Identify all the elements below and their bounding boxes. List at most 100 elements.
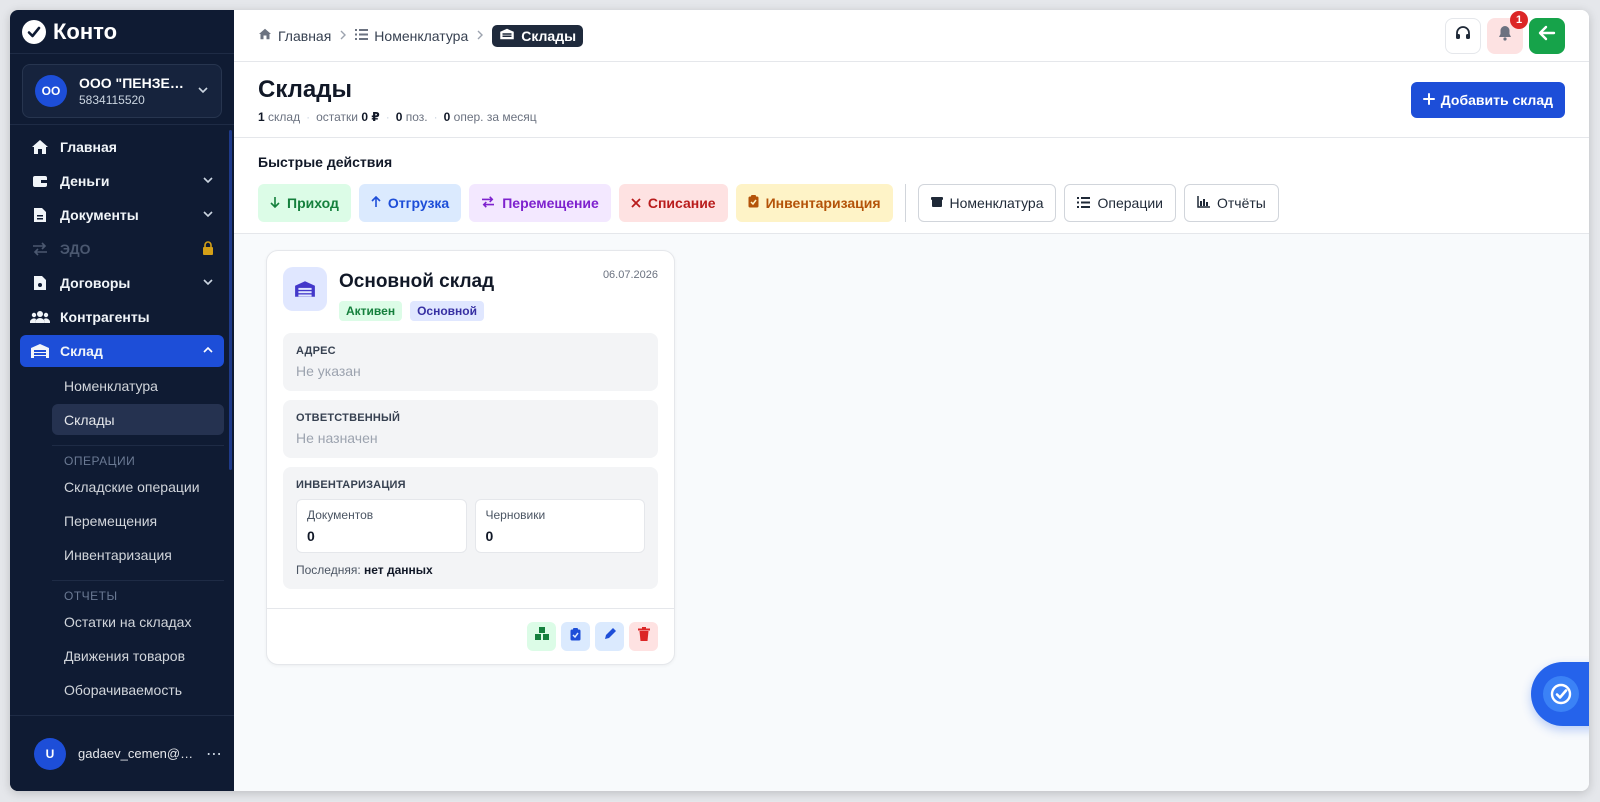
arrow-left-icon [1538,25,1556,46]
writeoff-button[interactable]: Списание [618,184,728,222]
sidebar-scrollbar[interactable] [229,130,232,470]
org-inn: 5834115520 [79,93,145,107]
support-button[interactable] [1445,17,1481,54]
chevron-right-icon [476,29,484,43]
pencil-icon [603,627,617,646]
address-field: АДРЕС Не указан [283,333,658,391]
exchange-icon [30,242,50,256]
breadcrumb-current: Склады [492,24,584,47]
warehouse-card-actions [267,608,674,664]
list-icon [1077,195,1091,211]
nav-item-contracts[interactable]: Договоры [20,267,224,299]
org-avatar: ОО [35,75,67,107]
list-icon [355,28,369,43]
bell-icon [1498,25,1512,46]
status-badge: Активен [339,301,403,321]
logo-check-icon [22,19,46,44]
sidebar-item-warehouses[interactable]: Склады [52,404,224,435]
main-badge: Основной [410,301,484,321]
chevron-down-icon [202,208,214,223]
topbar: Главная Номенклатура Склады 1 [234,10,1589,62]
main-content: Главная Номенклатура Склады 1 Склады 1 с… [234,10,1589,791]
inventory-button[interactable]: Инвентаризация [735,184,893,222]
user-avatar: U [34,737,66,770]
stock-button[interactable] [527,622,556,651]
app-logo[interactable]: Конто [10,10,234,54]
exchange-icon [481,195,495,211]
home-icon [258,28,272,43]
assistant-fab[interactable] [1531,662,1589,726]
nav-item-edo[interactable]: ЭДО [20,233,224,265]
warehouse-icon [283,267,327,311]
sidebar-item-nomenclature[interactable]: Номенклатура [52,370,224,401]
users-icon [30,310,50,324]
chevron-down-icon [197,84,209,99]
inventory-action-button[interactable] [561,622,590,651]
app-window: Конто ОО ООО "ПЕНЗЕН... 5834115520 Главн… [10,10,1589,791]
breadcrumb-nomenclature[interactable]: Номенклатура [355,28,468,44]
wallet-icon [30,174,50,188]
nav-item-money[interactable]: Деньги [20,165,224,197]
chevron-down-icon [202,174,214,189]
nomenclature-button[interactable]: Номенклатура [917,184,1057,222]
warehouse-date: 06.07.2026 [602,269,658,281]
delete-button[interactable] [629,622,658,651]
page-stats: 1 склад · остатки 0 ₽ · 0 поз. · 0 опер.… [258,110,537,124]
sidebar-section-reports: ОТЧЕТЫ [52,580,224,603]
warehouse-icon [30,343,50,359]
inventory-drafts-count: Черновики 0 [474,499,645,553]
box-icon [930,195,943,211]
more-icon[interactable]: ⋯ [206,744,222,764]
sidebar: Конто ОО ООО "ПЕНЗЕН... 5834115520 Главн… [10,10,234,791]
logo-text: Конто [53,18,118,44]
check-icon [1543,676,1579,712]
clipboard-check-icon [570,627,581,646]
user-menu[interactable]: U gadaev_cemen@ra... ⋯ [10,715,234,791]
notifications-button[interactable]: 1 [1487,10,1528,54]
nav-item-home[interactable]: Главная [20,131,224,163]
income-button[interactable]: Приход [258,184,351,222]
chart-icon [1197,195,1210,211]
org-switcher[interactable]: ОО ООО "ПЕНЗЕН... 5834115520 [22,64,222,118]
org-name: ООО "ПЕНЗЕН... [79,75,185,91]
sidebar-item-warehouse-ops[interactable]: Складские операции [52,471,224,502]
close-icon [631,195,641,211]
sidebar-item-inventory[interactable]: Инвентаризация [52,539,224,570]
notification-badge: 1 [1510,10,1528,29]
reports-button[interactable]: Отчёты [1183,184,1279,222]
divider [904,184,906,222]
sidebar-item-turnover[interactable]: Оборачиваемость [52,674,224,705]
chevron-down-icon [202,276,214,291]
inventory-field: ИНВЕНТАРИЗАЦИЯ Документов 0 Черновики 0 … [283,467,658,589]
warehouse-name[interactable]: Основной склад [339,271,494,293]
sidebar-item-movements[interactable]: Движения товаров [52,640,224,671]
arrow-down-icon [270,195,280,211]
main-nav: Главная Деньги Документы ЭДО Договоры Ко… [10,124,234,705]
add-warehouse-button[interactable]: Добавить склад [1410,82,1565,118]
breadcrumb-home[interactable]: Главная [258,28,331,44]
responsible-field: ОТВЕТСТВЕННЫЙ Не назначен [283,400,658,458]
chevron-up-icon [202,344,214,359]
inventory-last: Последняя: нет данных [296,563,433,577]
transfer-button[interactable]: Перемещение [469,184,611,222]
arrow-up-icon [371,195,381,211]
quick-actions-row: Приход Отгрузка Перемещение Списание Инв… [258,184,1565,222]
inventory-docs-count: Документов 0 [296,499,467,553]
sidebar-item-stock[interactable]: Остатки на складах [52,606,224,637]
clipboard-check-icon [748,195,759,211]
nav-item-warehouse[interactable]: Склад [20,335,224,367]
quick-actions-title: Быстрые действия [258,154,393,170]
shipment-button[interactable]: Отгрузка [358,184,462,222]
document-icon [30,207,50,223]
nav-item-counterparties[interactable]: Контрагенты [20,301,224,333]
warehouse-icon [499,28,515,43]
operations-button[interactable]: Операции [1064,184,1176,222]
headset-icon [1455,25,1471,46]
sidebar-section-operations: ОПЕРАЦИИ [52,445,224,468]
edit-button[interactable] [595,622,624,651]
nav-item-documents[interactable]: Документы [20,199,224,231]
sidebar-item-transfers[interactable]: Перемещения [52,505,224,536]
user-email: gadaev_cemen@ra... [78,746,194,761]
logout-button[interactable] [1529,17,1565,54]
warehouse-card[interactable]: Основной склад Активен Основной 06.07.20… [266,250,675,665]
